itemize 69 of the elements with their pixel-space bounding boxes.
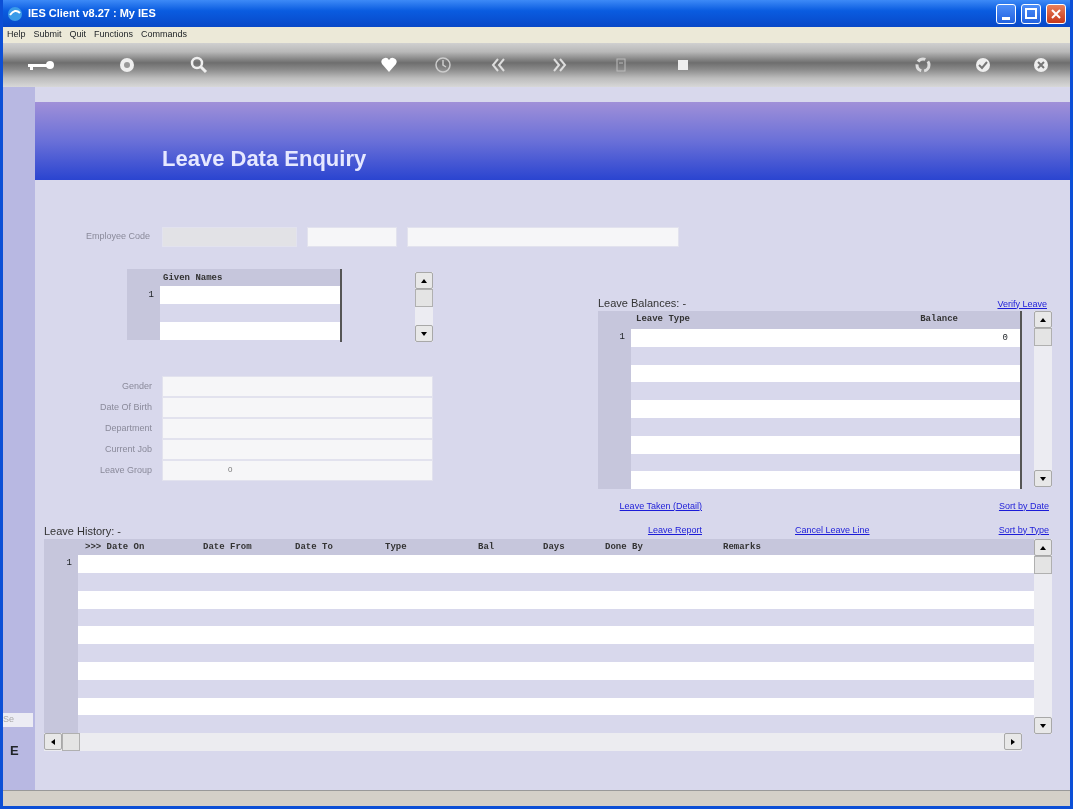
clock-icon[interactable]	[433, 55, 453, 75]
table-cell-text: 0	[1002, 332, 1009, 345]
menu-item[interactable]: Submit	[33, 28, 62, 42]
scroll-thumb[interactable]	[1034, 556, 1052, 575]
column-header: Balance	[920, 313, 959, 326]
column-header: Bal	[478, 541, 496, 555]
scroll-thumb[interactable]	[1034, 328, 1052, 346]
input-field[interactable]	[162, 397, 433, 418]
field-label: Current Job	[103, 442, 152, 456]
field-label: Employee Code	[84, 230, 150, 244]
input-field[interactable]	[162, 439, 433, 460]
close-button[interactable]	[1046, 3, 1066, 24]
input-field[interactable]	[407, 227, 679, 247]
field-label: Department	[103, 421, 152, 435]
field-label: Leave Group	[98, 463, 152, 477]
link[interactable]: Sort by Type	[998, 523, 1049, 538]
minimize-icon	[1002, 16, 1010, 20]
search-icon[interactable]	[189, 55, 209, 75]
link[interactable]: Leave Taken (Detail)	[583, 499, 702, 514]
input-field[interactable]	[307, 227, 397, 247]
column-header: Date From	[203, 541, 253, 555]
field-label: Date Of Birth	[98, 400, 152, 414]
page-title: Leave Data Enquiry	[162, 145, 367, 172]
column-header: >>> Date On	[85, 541, 146, 555]
maximize-button[interactable]	[1021, 3, 1041, 24]
column-header: Given Names	[162, 272, 223, 285]
column-header: Done By	[605, 541, 644, 555]
recycle-icon[interactable]	[913, 55, 933, 75]
column-header: Days	[543, 541, 566, 555]
row-number: 1	[66, 558, 72, 569]
field-label: Gender	[120, 379, 152, 393]
menu-item[interactable]: Help	[7, 28, 26, 42]
check-icon[interactable]	[973, 55, 993, 75]
link[interactable]: Cancel Leave Line	[795, 523, 870, 538]
close-icon[interactable]	[1031, 55, 1051, 75]
close-icon	[1051, 8, 1061, 19]
app-icon	[7, 5, 23, 22]
maximize-icon	[1025, 8, 1037, 19]
side-label: E	[10, 741, 19, 760]
menu-item[interactable]: Commands	[141, 28, 188, 42]
menu-item[interactable]: Quit	[69, 28, 87, 42]
scroll-left-button[interactable]	[44, 733, 62, 751]
menu-item[interactable]: Functions	[94, 28, 134, 42]
side-label: Se	[3, 713, 33, 727]
column-header: Date To	[295, 541, 334, 555]
scroll-down-button[interactable]	[1034, 717, 1052, 735]
scroll-thumb[interactable]	[62, 733, 80, 752]
scroll-thumb[interactable]	[415, 289, 433, 307]
verify-leave-link[interactable]: Verify Leave	[997, 297, 1047, 311]
scroll-up-button[interactable]	[1034, 539, 1052, 557]
section-title: Leave Balances: -	[598, 295, 687, 311]
minimize-button[interactable]	[996, 3, 1016, 24]
row-number: 1	[148, 290, 154, 300]
scroll-up-button[interactable]	[1034, 311, 1052, 328]
link[interactable]: Sort by Date	[998, 499, 1049, 514]
row-number: 1	[619, 332, 625, 342]
scroll-right-button[interactable]	[1004, 733, 1022, 751]
scroll-down-button[interactable]	[415, 325, 433, 342]
column-header: Type	[385, 541, 408, 555]
column-header: Remarks	[723, 541, 762, 555]
input-field[interactable]	[162, 376, 433, 397]
window-title: IES Client v8.27 : My IES	[28, 6, 156, 22]
input-field[interactable]: 0	[162, 460, 433, 481]
input-field[interactable]	[162, 418, 433, 439]
section-title: Leave History: -	[44, 523, 123, 539]
column-header: Leave Type	[635, 313, 691, 326]
link[interactable]: Leave Report	[583, 523, 702, 538]
scroll-down-button[interactable]	[1034, 470, 1052, 487]
scroll-up-button[interactable]	[415, 272, 433, 289]
